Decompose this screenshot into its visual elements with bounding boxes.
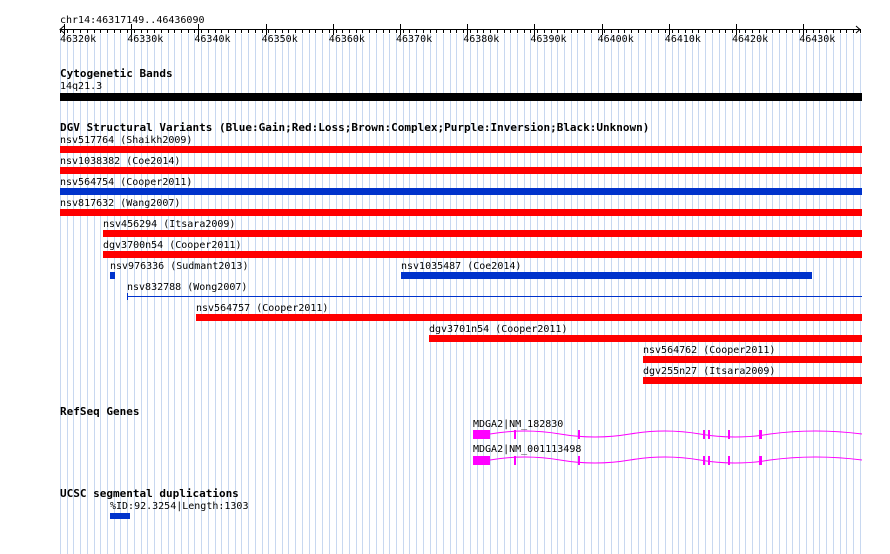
variant-bar[interactable]	[110, 272, 115, 279]
variant-bar[interactable]	[103, 230, 862, 237]
variant-bar[interactable]	[196, 314, 862, 321]
cytoband-bar[interactable]	[60, 93, 862, 101]
variant-label[interactable]: nsv832788 (Wong2007)	[127, 282, 247, 293]
segdup-track-title[interactable]: UCSC segmental duplications	[60, 488, 239, 500]
variant-label[interactable]: nsv817632 (Wang2007)	[60, 198, 180, 209]
ruler-tick-label: 46350k	[261, 34, 298, 45]
gene-model[interactable]	[470, 426, 865, 442]
variant-bar[interactable]	[643, 356, 862, 363]
ruler-tick-label: 46360k	[328, 34, 365, 45]
variant-label[interactable]: dgv3701n54 (Cooper2011)	[429, 324, 567, 335]
variant-bar[interactable]	[127, 296, 862, 297]
ruler-tick-label: 46390k	[530, 34, 567, 45]
variant-label[interactable]: nsv564762 (Cooper2011)	[643, 345, 775, 356]
genome-browser-view: chr14:46317149..46436090 46320k 46330k 463…	[0, 0, 890, 554]
variant-bar[interactable]	[60, 209, 862, 216]
segdup-bar[interactable]	[110, 513, 130, 519]
variant-label[interactable]: nsv456294 (Itsara2009)	[103, 219, 235, 230]
variant-bar[interactable]	[103, 251, 862, 258]
variant-label[interactable]: dgv3700n54 (Cooper2011)	[103, 240, 241, 251]
ruler-tick-label: 46430k	[799, 34, 836, 45]
ruler-tick-label: 46320k	[60, 34, 97, 45]
ruler-tick-label: 46400k	[597, 34, 634, 45]
variant-label[interactable]: nsv564754 (Cooper2011)	[60, 177, 192, 188]
ruler-tick-label: 46340k	[194, 34, 231, 45]
dgv-track-title[interactable]: DGV Structural Variants (Blue:Gain;Red:L…	[60, 122, 649, 134]
variant-bar[interactable]	[401, 272, 812, 279]
variant-bar[interactable]	[60, 146, 862, 153]
ruler-tick-label: 46330k	[127, 34, 164, 45]
variant-start-tick	[127, 293, 128, 300]
gene-model[interactable]	[470, 452, 865, 468]
ruler-tick-label: 46370k	[396, 34, 433, 45]
variant-label[interactable]: nsv564757 (Cooper2011)	[196, 303, 328, 314]
ruler-tick-label: 46420k	[732, 34, 769, 45]
variant-bar[interactable]	[60, 188, 862, 195]
variant-label[interactable]: dgv255n27 (Itsara2009)	[643, 366, 775, 377]
cytoband-label[interactable]: 14q21.3	[60, 81, 102, 92]
variant-bar[interactable]	[429, 335, 862, 342]
cytoband-track-title[interactable]: Cytogenetic Bands	[60, 68, 173, 80]
variant-bar[interactable]	[60, 167, 862, 174]
ruler-tick-label: 46410k	[664, 34, 701, 45]
variant-label[interactable]: nsv1035487 (Coe2014)	[401, 261, 521, 272]
variant-label[interactable]: nsv976336 (Sudmant2013)	[110, 261, 248, 272]
variant-label[interactable]: nsv517764 (Shaikh2009)	[60, 135, 192, 146]
variant-label[interactable]: nsv1038382 (Coe2014)	[60, 156, 180, 167]
ruler-tick-label: 46380k	[463, 34, 500, 45]
refseq-track-title[interactable]: RefSeq Genes	[60, 406, 139, 418]
variant-bar[interactable]	[643, 377, 862, 384]
segdup-label[interactable]: %ID:92.3254|Length:1303	[110, 501, 248, 512]
